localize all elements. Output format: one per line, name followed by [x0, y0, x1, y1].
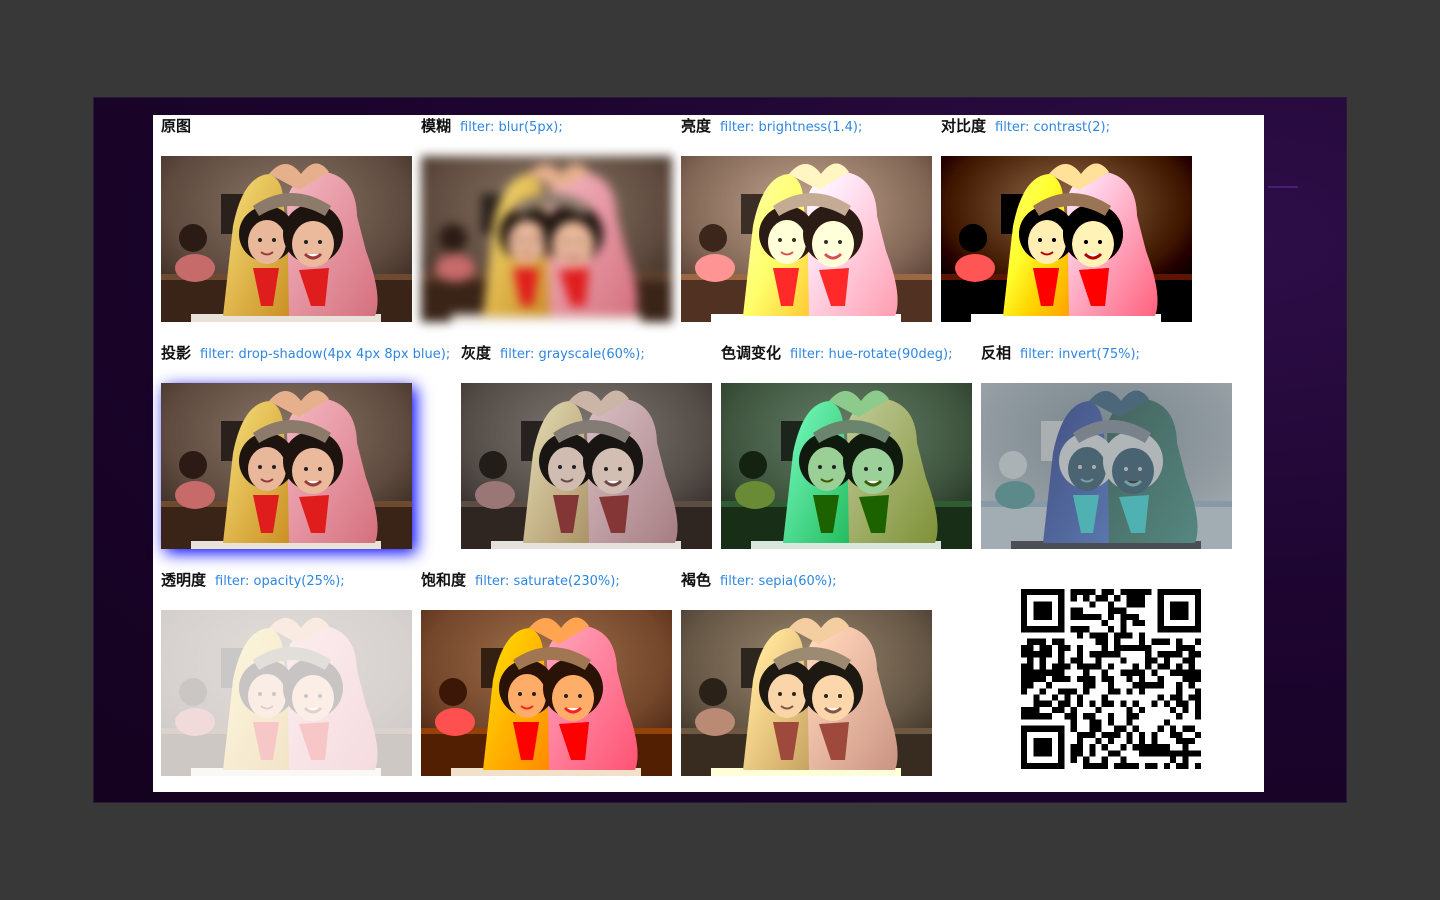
children-photo — [421, 610, 672, 776]
demo-code: filter: drop-shadow(4px 4px 8px blue); — [200, 347, 451, 362]
demo-photo — [161, 383, 412, 549]
demo-title: 对比度 — [941, 117, 987, 135]
children-photo — [161, 156, 412, 322]
demo-code: filter: blur(5px); — [460, 120, 563, 135]
children-photo — [681, 156, 932, 322]
stage-accent-line — [1268, 186, 1298, 188]
demo-code: filter: sepia(60%); — [720, 574, 837, 589]
demo-photo — [721, 383, 972, 549]
demo-title: 灰度 — [461, 344, 492, 362]
demo-code: filter: saturate(230%); — [475, 574, 620, 589]
children-photo — [941, 156, 1192, 322]
demo-title: 色调变化 — [721, 344, 782, 362]
demo-code: filter: grayscale(60%); — [500, 347, 645, 362]
demo-photo — [461, 383, 712, 549]
demo-photo — [161, 610, 412, 776]
demo-title: 反相 — [981, 344, 1012, 362]
children-photo — [461, 383, 712, 549]
children-photo — [161, 610, 412, 776]
children-photo — [721, 383, 972, 549]
children-photo — [681, 610, 932, 776]
demo-photo — [421, 610, 672, 776]
demo-title: 模糊 — [421, 117, 452, 135]
demo-photo — [941, 156, 1192, 322]
demo-code: filter: invert(75%); — [1020, 347, 1140, 362]
children-photo — [981, 383, 1232, 549]
demo-photo — [681, 610, 932, 776]
demo-title: 饱和度 — [421, 571, 467, 589]
demo-title: 原图 — [161, 117, 192, 135]
demo-title: 投影 — [161, 344, 192, 362]
demo-code: filter: hue-rotate(90deg); — [790, 347, 953, 362]
demo-title: 亮度 — [681, 117, 712, 135]
demo-photo — [981, 383, 1232, 549]
demo-code: filter: opacity(25%); — [215, 574, 345, 589]
demo-code: filter: contrast(2); — [995, 120, 1110, 135]
demo-photo — [681, 156, 932, 322]
demo-photo — [421, 156, 672, 322]
qr-code-icon — [1021, 589, 1201, 769]
children-photo — [161, 383, 412, 549]
demo-photo — [161, 156, 412, 322]
demo-title: 褐色 — [681, 571, 712, 589]
demo-title: 透明度 — [161, 571, 207, 589]
children-photo — [421, 156, 672, 322]
demo-code: filter: brightness(1.4); — [720, 120, 863, 135]
